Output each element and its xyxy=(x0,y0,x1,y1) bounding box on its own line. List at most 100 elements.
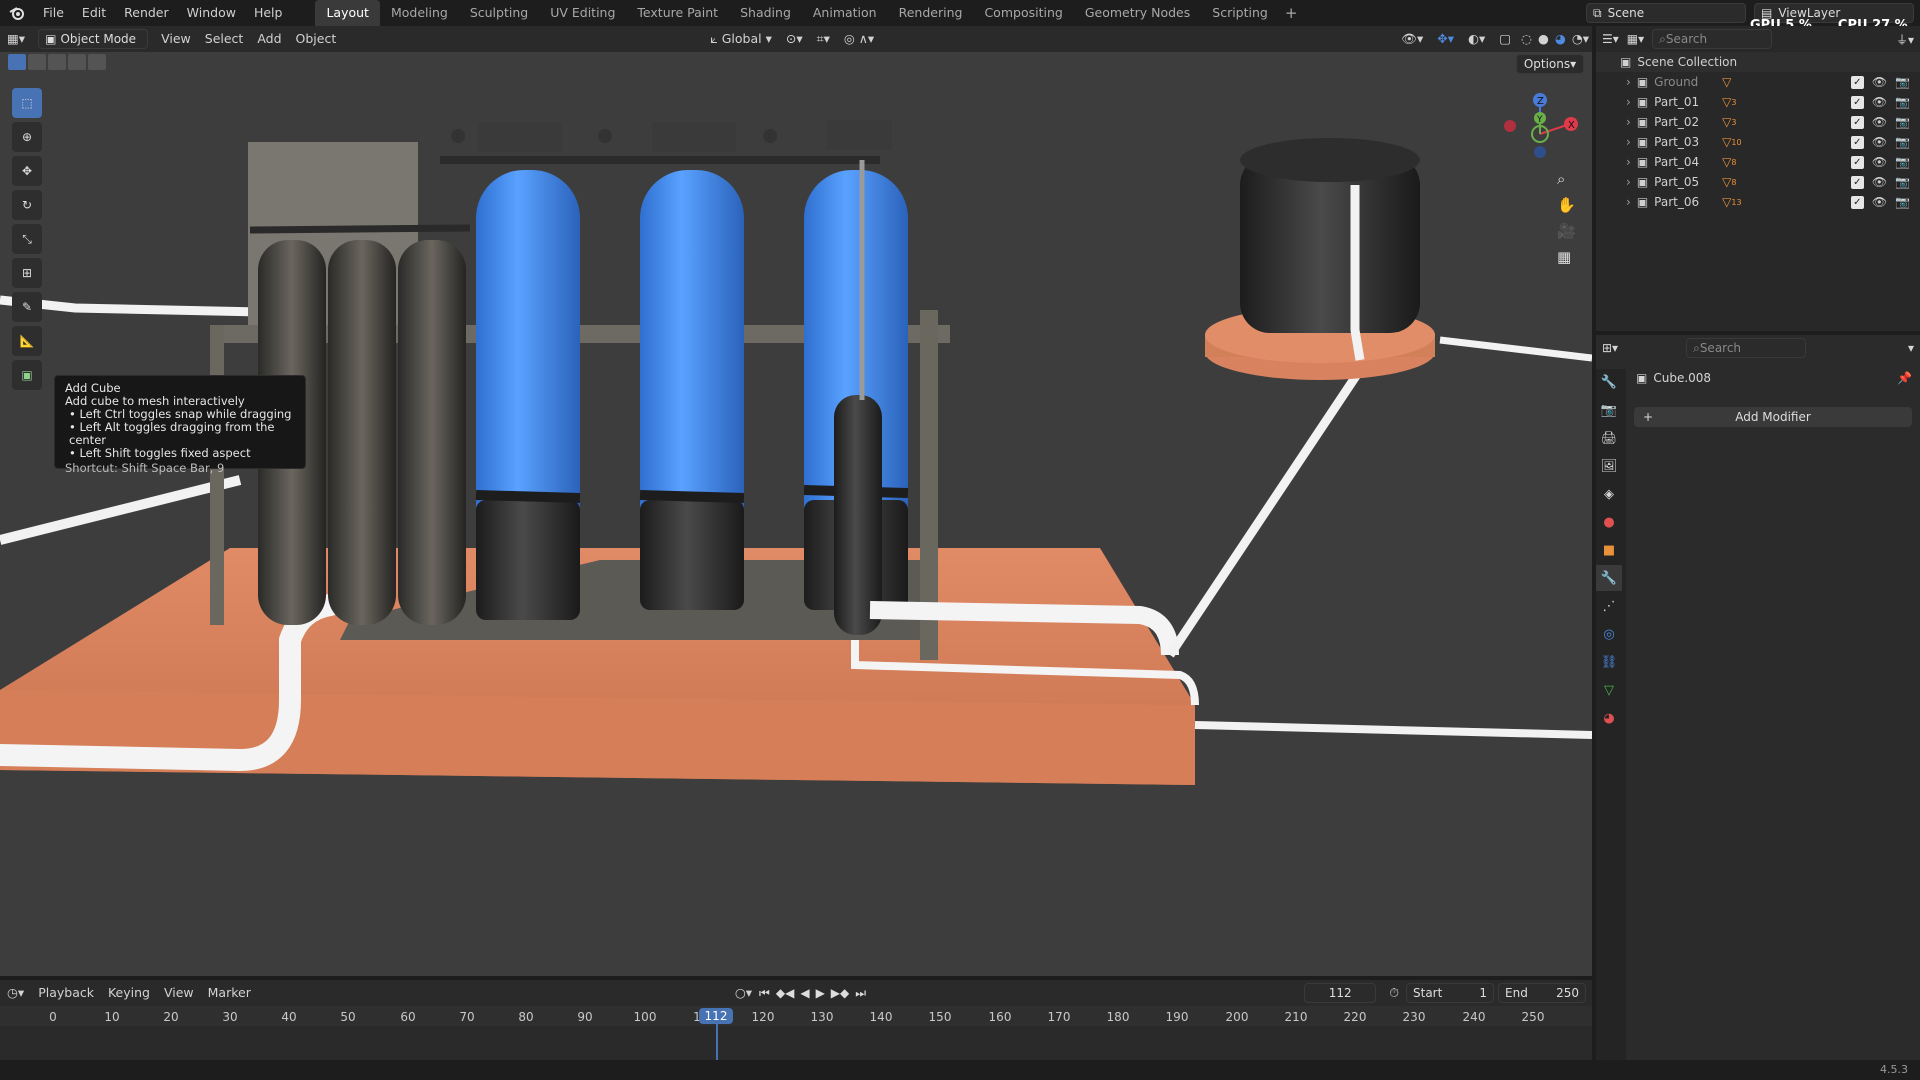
shading-wireframe-icon[interactable]: ◌ xyxy=(1518,26,1535,52)
modifier-tab-icon[interactable]: 🔧 xyxy=(1596,565,1622,591)
tab-sculpting[interactable]: Sculpting xyxy=(459,0,539,26)
pan-hand-icon[interactable]: ✋ xyxy=(1557,196,1576,214)
overlay-toggle-icon[interactable]: ◐▾ xyxy=(1461,26,1492,52)
cursor-icon[interactable]: ⊕ xyxy=(12,122,42,152)
render-tab-icon[interactable]: 📷 xyxy=(1596,397,1622,423)
end-frame-field[interactable]: End 250 xyxy=(1498,983,1586,1003)
outliner-item[interactable]: › ▣ Part_01 ▽ 3 ✓ 👁 📷 xyxy=(1596,92,1920,112)
snap-icon[interactable]: ⌗▾ xyxy=(810,26,837,52)
select-box-icon[interactable]: ⬚ xyxy=(12,88,42,118)
eye-icon[interactable]: 👁 xyxy=(1872,155,1887,169)
exclude-checkbox[interactable]: ✓ xyxy=(1850,155,1864,169)
expand-arrow-icon[interactable]: › xyxy=(1626,135,1631,149)
camera-render-icon[interactable]: 📷 xyxy=(1895,195,1910,209)
exclude-checkbox[interactable]: ✓ xyxy=(1850,75,1864,89)
scale-icon[interactable]: ⤡ xyxy=(12,224,42,254)
select-subtract-icon[interactable] xyxy=(48,54,66,70)
viewport-menu-add[interactable]: Add xyxy=(250,26,288,52)
constraints-tab-icon[interactable]: ⛓ xyxy=(1596,649,1622,675)
menu-window[interactable]: Window xyxy=(178,0,245,26)
orientation-selector[interactable]: ⟀ Global ▾ xyxy=(703,26,779,52)
particles-tab-icon[interactable]: ⋰ xyxy=(1596,593,1622,619)
proportional-edit-icon[interactable]: ◎ ∧▾ xyxy=(837,26,881,52)
eye-icon[interactable]: 👁 xyxy=(1872,95,1887,109)
outliner-item[interactable]: › ▣ Part_03 ▽ 10 ✓ 👁 📷 xyxy=(1596,132,1920,152)
start-frame-field[interactable]: Start 1 xyxy=(1406,983,1494,1003)
measure-icon[interactable]: 📐 xyxy=(12,326,42,356)
camera-render-icon[interactable]: 📷 xyxy=(1895,95,1910,109)
scene-collection-row[interactable]: ▣ Scene Collection xyxy=(1596,52,1920,72)
camera-render-icon[interactable]: 📷 xyxy=(1895,155,1910,169)
prev-keyframe-icon[interactable]: ◆◀ xyxy=(776,986,794,1001)
properties-editor-icon[interactable]: ⊞▾ xyxy=(1602,341,1618,355)
menu-help[interactable]: Help xyxy=(245,0,292,26)
xray-icon[interactable]: ▢ xyxy=(1492,26,1518,52)
select-new-icon[interactable] xyxy=(8,54,26,70)
playhead[interactable]: 112 xyxy=(699,1008,733,1024)
camera-render-icon[interactable]: 📷 xyxy=(1895,175,1910,189)
tab-modeling[interactable]: Modeling xyxy=(380,0,459,26)
zoom-icon[interactable]: ⌕ xyxy=(1557,170,1576,188)
material-tab-icon[interactable]: ◕ xyxy=(1596,705,1622,731)
camera-render-icon[interactable]: 📷 xyxy=(1895,75,1910,89)
world-tab-icon[interactable]: ● xyxy=(1596,509,1622,535)
tab-texture-paint[interactable]: Texture Paint xyxy=(626,0,729,26)
eye-icon[interactable]: 👁 xyxy=(1872,195,1887,209)
shading-solid-icon[interactable]: ● xyxy=(1535,26,1552,52)
play-reverse-icon[interactable]: ◀ xyxy=(800,986,809,1001)
blender-logo-icon[interactable] xyxy=(0,0,34,26)
menu-render[interactable]: Render xyxy=(115,0,178,26)
tool-tab-icon[interactable]: 🔧 xyxy=(1596,369,1622,395)
add-workspace-button[interactable]: + xyxy=(1279,4,1304,22)
jump-end-icon[interactable]: ⏭ xyxy=(855,986,866,1001)
annotate-icon[interactable]: ✎ xyxy=(12,292,42,322)
viewport-menu-select[interactable]: Select xyxy=(198,26,251,52)
timeline-menu-marker[interactable]: Marker xyxy=(201,980,258,1006)
timeline-menu-playback[interactable]: Playback xyxy=(31,980,101,1006)
timeline-menu-view[interactable]: View xyxy=(157,980,201,1006)
output-tab-icon[interactable]: 🖨 xyxy=(1596,425,1622,451)
shading-rendered-icon[interactable]: ◔▾ xyxy=(1569,26,1592,52)
tab-rendering[interactable]: Rendering xyxy=(888,0,974,26)
shading-material-icon[interactable]: ◕ xyxy=(1552,26,1569,52)
tab-scripting[interactable]: Scripting xyxy=(1201,0,1279,26)
exclude-checkbox[interactable]: ✓ xyxy=(1850,115,1864,129)
auto-keying-icon[interactable]: ○▾ xyxy=(728,980,759,1006)
ortho-grid-icon[interactable]: ▦ xyxy=(1557,248,1576,266)
expand-arrow-icon[interactable]: › xyxy=(1626,115,1631,129)
outliner-editor-icon[interactable]: ☰▾ xyxy=(1602,32,1619,46)
eye-icon[interactable]: 👁 xyxy=(1872,115,1887,129)
transform-icon[interactable]: ⊞ xyxy=(12,258,42,288)
expand-arrow-icon[interactable]: › xyxy=(1626,195,1631,209)
eye-icon[interactable]: 👁 xyxy=(1872,175,1887,189)
view-layer-tab-icon[interactable]: 🖼 xyxy=(1596,453,1622,479)
options-button[interactable]: Options ▾ xyxy=(1516,54,1584,74)
tab-geometry-nodes[interactable]: Geometry Nodes xyxy=(1074,0,1201,26)
viewport-menu-view[interactable]: View xyxy=(154,26,198,52)
expand-arrow-icon[interactable]: › xyxy=(1626,75,1631,89)
gizmo-toggle-icon[interactable]: ✥▾ xyxy=(1430,26,1461,52)
expand-arrow-icon[interactable]: › xyxy=(1626,95,1631,109)
current-frame-field[interactable]: 112 xyxy=(1304,983,1377,1003)
rotate-icon[interactable]: ↻ xyxy=(12,190,42,220)
timeline-editor-icon[interactable]: ◷▾ xyxy=(0,980,31,1006)
exclude-checkbox[interactable]: ✓ xyxy=(1850,175,1864,189)
pivot-icon[interactable]: ⊙▾ xyxy=(779,26,810,52)
tab-animation[interactable]: Animation xyxy=(802,0,888,26)
eye-icon[interactable]: 👁 xyxy=(1872,75,1887,89)
add-cube-icon[interactable]: ▣ xyxy=(12,360,42,390)
data-tab-icon[interactable]: ▽ xyxy=(1596,677,1622,703)
camera-render-icon[interactable]: 📷 xyxy=(1895,135,1910,149)
pin-icon[interactable]: 📌 xyxy=(1897,371,1912,385)
timeline-area[interactable]: 0 10 20 30 40 50 60 70 80 90 100 1 120 130 140 150 160 17… xyxy=(0,1006,1592,1060)
move-icon[interactable]: ✥ xyxy=(12,156,42,186)
filter-icon[interactable]: ⏚▾ xyxy=(1896,31,1914,48)
select-extend-icon[interactable] xyxy=(28,54,46,70)
tab-layout[interactable]: Layout xyxy=(315,0,380,26)
camera-render-icon[interactable]: 📷 xyxy=(1895,115,1910,129)
eye-icon[interactable]: 👁 xyxy=(1872,135,1887,149)
outliner-search[interactable]: ⌕ Search xyxy=(1652,29,1773,49)
tab-uv-editing[interactable]: UV Editing xyxy=(539,0,626,26)
outliner-item[interactable]: › ▣ Part_04 ▽ 8 ✓ 👁 📷 xyxy=(1596,152,1920,172)
next-keyframe-icon[interactable]: ▶◆ xyxy=(831,986,849,1001)
